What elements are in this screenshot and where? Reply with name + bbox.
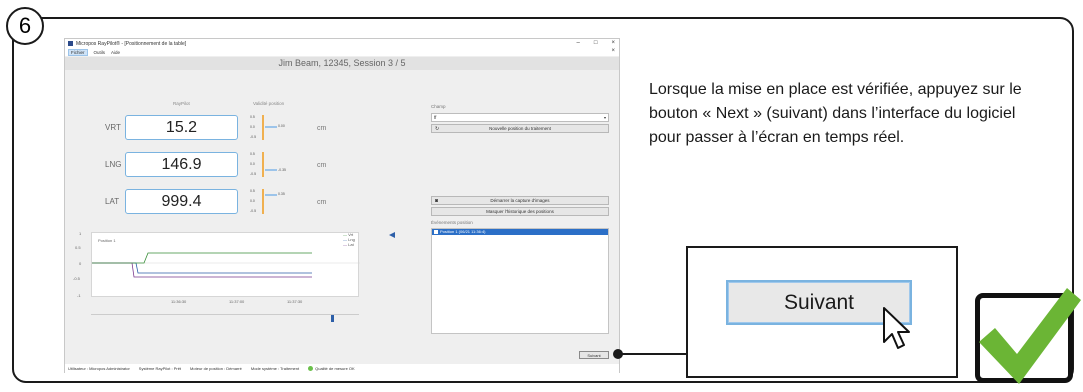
marker-value: 0.00 (278, 124, 285, 128)
field-select[interactable]: ff ▾ (431, 113, 609, 122)
new-treatment-position-button[interactable]: ↻ Nouvelle position du traitement (431, 124, 609, 133)
timeline-scroll-thumb[interactable] (331, 315, 334, 322)
position-marker (265, 169, 277, 171)
collapse-arrow-icon[interactable] (389, 232, 395, 238)
axis-label-lng: LNG (105, 160, 122, 169)
step-number-badge: 6 (6, 7, 44, 45)
status-motor: Moteur de position : Démarré (190, 366, 242, 371)
vrt-validity-scale: 0.5 0.0 -0.5 0.00 (250, 115, 290, 140)
chart-y-tick: 0 (79, 261, 82, 266)
timeline-scrollbar[interactable] (91, 314, 359, 315)
app-logo-icon (68, 41, 73, 46)
list-item[interactable]: Position 1 (06/21 11:36:4) (432, 229, 608, 235)
event-label: Position 1 (06/21 11:36:4) (440, 229, 486, 234)
events-label: Événements position (431, 220, 473, 225)
minimize-button[interactable]: – (577, 40, 580, 46)
lat-value-display: 999.4 (125, 189, 238, 214)
checkbox[interactable] (434, 230, 438, 234)
chart-lines (92, 252, 360, 278)
validity-bar (262, 152, 264, 177)
field-select-value: ff (434, 115, 437, 120)
scale-tick: 0.0 (250, 162, 255, 166)
vrt-value-display: 15.2 (125, 115, 238, 140)
status-mode: Mode système : Traitement (250, 366, 300, 371)
lng-unit: cm (317, 162, 327, 169)
position-marker (265, 126, 277, 128)
document-close-button[interactable]: × (611, 48, 615, 54)
axis-label-vrt: VRT (105, 123, 121, 132)
status-quality: Qualité de mesure OK (308, 365, 355, 372)
next-button[interactable]: Suivant (579, 351, 609, 359)
chart-y-tick: 0.5 (75, 245, 81, 250)
status-quality-label: Qualité de mesure OK (315, 365, 355, 371)
lat-validity-scale: 0.5 0.0 -0.5 0.35 (250, 189, 290, 214)
session-header: Jim Beam, 12345, Session 3 / 5 (65, 57, 619, 70)
position-marker (265, 194, 277, 196)
chart-y-tick: 1 (79, 231, 82, 236)
window-close-button[interactable]: × (611, 40, 615, 46)
validity-column-header: Validité position (253, 101, 285, 106)
callout-line (619, 353, 686, 355)
chart-y-tick: -0.5 (73, 276, 80, 281)
chart-x-tick: 11:36:30 (171, 299, 187, 304)
scale-tick: 0.5 (250, 115, 255, 119)
refresh-icon: ↻ (435, 125, 440, 132)
capture-label: Démarrer la capture d'images (490, 198, 550, 203)
scale-tick: 0.5 (250, 189, 255, 193)
validity-bar (262, 189, 264, 214)
position-history-chart: Position 1 (91, 232, 360, 297)
status-ok-icon (308, 366, 314, 372)
lng-value-display: 146.9 (125, 152, 238, 177)
legend-lat: Lat (348, 242, 354, 247)
scale-tick: -0.5 (250, 209, 257, 213)
events-list[interactable]: Position 1 (06/21 11:36:4) (431, 228, 609, 334)
scale-tick: -0.5 (250, 172, 257, 176)
status-system: Système RayPilot : Prêt (138, 366, 182, 371)
chart-y-tick: -1 (77, 293, 81, 298)
menu-outils[interactable]: Outils (94, 50, 106, 55)
checkmark-icon (979, 288, 1081, 384)
lat-unit: cm (317, 199, 327, 206)
menu-fichier[interactable]: Fichier (68, 48, 88, 56)
marker-value: -0.35 (278, 168, 286, 172)
validity-bar (262, 115, 264, 140)
new-position-label: Nouvelle position du traitement (489, 126, 551, 131)
start-capture-button[interactable]: ◙ Démarrer la capture d'images (431, 196, 609, 205)
status-bar: Utilisateur : Micropos Administrator Sys… (65, 364, 619, 373)
camera-icon: ◙ (435, 197, 439, 204)
chart-x-tick: 11:37:30 (287, 299, 303, 304)
axis-label-lat: LAT (105, 197, 120, 206)
maximize-button[interactable]: □ (594, 40, 598, 46)
app-window: Micropos RayPilot® - [Positionnement de … (64, 38, 620, 373)
scale-tick: 0.5 (250, 152, 255, 156)
scale-tick: 0.0 (250, 125, 255, 129)
chart-x-tick: 11:37:00 (229, 299, 245, 304)
window-title: Micropos RayPilot® - [Positionnement de … (76, 40, 187, 47)
scale-tick: 0.0 (250, 199, 255, 203)
callout-dot (613, 349, 623, 359)
hide-history-button[interactable]: Masquer l'historique des positions (431, 207, 609, 216)
title-bar: Micropos RayPilot® - [Positionnement de … (65, 39, 619, 48)
menu-aide[interactable]: Aide (111, 50, 120, 55)
lng-validity-scale: 0.5 0.0 -0.5 -0.35 (250, 152, 290, 177)
chevron-down-icon: ▾ (603, 115, 606, 120)
field-label: Champ (431, 104, 446, 109)
mouse-pointer-icon (883, 307, 910, 349)
status-user: Utilisateur : Micropos Administrator (68, 366, 130, 371)
instruction-text: Lorsque la mise en place est vérifiée, a… (649, 81, 1022, 146)
chart-legend: — Vrt — Lng — Lat (343, 232, 355, 247)
raypilot-column-header: RayPilot (173, 101, 190, 106)
scale-tick: -0.5 (250, 135, 257, 139)
menu-bar: Fichier Outils Aide (65, 48, 619, 56)
vrt-unit: cm (317, 125, 327, 132)
marker-value: 0.35 (278, 192, 285, 196)
